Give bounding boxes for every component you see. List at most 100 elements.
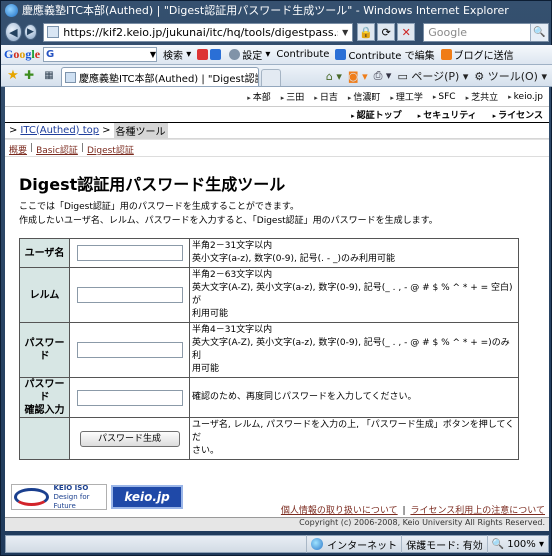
popup-blocker-icon bbox=[197, 49, 209, 60]
google-search-button[interactable]: 検索 ▾ bbox=[163, 47, 191, 62]
nav-item[interactable]: 本部 bbox=[247, 90, 271, 103]
realm-desc: 半角2－63文字以内 英大文字(A-Z), 英小文字(a-z), 数字(0-9),… bbox=[189, 267, 519, 323]
settings-button[interactable]: 設定 ▾ bbox=[229, 47, 270, 62]
tab-page-icon bbox=[65, 71, 76, 83]
zoom-icon: 🔍 bbox=[491, 538, 505, 550]
page-title: Digest認証用パスワード生成ツール bbox=[19, 175, 286, 194]
generate-desc: ユーザ名, レルム, パスワードを入力の上, 「パスワード生成」ボタンを押してく… bbox=[189, 417, 519, 460]
password-confirm-desc: 確認のため、再度同じパスワードを入力してください。 bbox=[189, 377, 519, 418]
nav-item[interactable]: 理工学 bbox=[390, 90, 423, 103]
globe-icon bbox=[311, 538, 324, 550]
contribute-edit-button[interactable]: Contribute で編集 bbox=[335, 47, 435, 62]
window-title: 慶應義塾ITC本部(Authed) | "Digest認証用パスワード生成ツール… bbox=[22, 4, 509, 17]
browser-window: 慶應義塾ITC本部(Authed) | "Digest認証用パスワード生成ツール… bbox=[0, 0, 552, 556]
zone-indicator[interactable]: インターネット bbox=[306, 535, 401, 553]
keio-iso-logo[interactable]: KEIO ISO Design for Future bbox=[11, 484, 107, 510]
privacy-link[interactable]: 個人情報の取り扱いについて bbox=[281, 506, 398, 516]
google-toolbar: Google G ▼ 検索 ▾ 設定 ▾ Contribute Contribu… bbox=[1, 45, 552, 65]
copyright: Copyright (c) 2006-2008, Keio University… bbox=[299, 518, 545, 527]
new-tab-button[interactable] bbox=[261, 69, 281, 86]
empty-label-cell bbox=[19, 417, 70, 460]
forward-button[interactable]: ▶ bbox=[23, 24, 38, 40]
protected-mode[interactable]: 保護モード: 有効 bbox=[401, 535, 487, 553]
password-desc: 半角4－31文字以内 英大文字(A-Z), 英小文字(a-z), 数字(0-9),… bbox=[189, 322, 519, 378]
subnav-license[interactable]: ライセンス bbox=[493, 108, 543, 121]
refresh-icon[interactable]: ⟳ bbox=[377, 23, 396, 41]
command-bar: ⌂ ▾ ◙ ▾ ⎙ ▾ ▭ ページ(P) ▾ ⚙ ツール(O) ▾ bbox=[320, 66, 552, 86]
realm-label: レルム bbox=[19, 267, 70, 323]
ie-icon bbox=[5, 3, 18, 17]
realm-input[interactable] bbox=[76, 287, 183, 303]
page-content: 本部 三田 日吉 信濃町 理工学 SFC 芝共立 keio.jp 認証トップ セ… bbox=[5, 87, 549, 531]
add-favorites-icon[interactable]: ✚ bbox=[21, 66, 37, 84]
search-icon[interactable]: 🔍 bbox=[530, 23, 548, 41]
link-basic-auth[interactable]: Basic認証 bbox=[36, 143, 78, 156]
google-tools-icons[interactable] bbox=[197, 49, 223, 60]
tab-current[interactable]: 慶應義塾ITC本部(Authed) | "Digest認証用パ... bbox=[61, 67, 259, 86]
tools-menu[interactable]: ⚙ ツール(O) ▾ bbox=[474, 68, 547, 84]
link-overview[interactable]: 概要 bbox=[9, 143, 27, 156]
page-icon bbox=[47, 26, 60, 38]
subnav-security[interactable]: セキュリティ bbox=[418, 108, 476, 121]
username-input[interactable] bbox=[76, 245, 183, 261]
nav-item[interactable]: keio.jp bbox=[508, 92, 543, 102]
password-confirm-label: パスワード 確認入力 bbox=[19, 377, 70, 418]
address-dropdown-icon[interactable]: ▼ bbox=[338, 28, 352, 37]
subnav-auth-top[interactable]: 認証トップ bbox=[351, 108, 402, 121]
page-menu[interactable]: ▭ ページ(P) ▾ bbox=[397, 68, 468, 84]
intro-text: ここでは「Digest認証」用のパスワードを生成することができます。 作成したい… bbox=[19, 202, 438, 226]
tab-row: ★ ✚ ▦ 慶應義塾ITC本部(Authed) | "Digest認証用パ...… bbox=[1, 65, 552, 87]
lock-icon[interactable]: 🔒 bbox=[357, 23, 376, 41]
section-nav: 認証トップ セキュリティ ライセンス bbox=[5, 107, 549, 123]
password-confirm-input[interactable] bbox=[76, 389, 183, 406]
campus-nav: 本部 三田 日吉 信濃町 理工学 SFC 芝共立 keio.jp bbox=[5, 87, 549, 107]
favorites-star-icon[interactable]: ★ bbox=[5, 66, 21, 84]
google-logo[interactable]: Google bbox=[4, 47, 40, 62]
back-button[interactable]: ◀ bbox=[5, 22, 22, 42]
nav-item[interactable]: SFC bbox=[433, 92, 455, 102]
footer-logos: KEIO ISO Design for Future keio.jp bbox=[11, 484, 183, 510]
search-box[interactable]: Google 🔍 bbox=[423, 22, 549, 42]
keio-jp-logo[interactable]: keio.jp bbox=[111, 485, 183, 509]
address-bar[interactable]: https://kif2.keio.jp/jukunai/itc/hq/tool… bbox=[43, 22, 354, 42]
breadcrumb-current: 各種ツール bbox=[113, 122, 168, 138]
search-input[interactable]: Google bbox=[428, 26, 530, 39]
divider bbox=[5, 156, 549, 157]
nav-item[interactable]: 日吉 bbox=[314, 90, 338, 103]
keio-iso-mark-icon bbox=[14, 488, 50, 506]
page-links: 概要 | Basic認証 | Digest認証 bbox=[9, 143, 134, 156]
generate-password-button[interactable]: パスワード生成 bbox=[79, 430, 180, 447]
home-icon[interactable]: ⌂ ▾ bbox=[326, 70, 342, 83]
nav-item[interactable]: 三田 bbox=[281, 90, 304, 103]
feeds-icon[interactable]: ◙ ▾ bbox=[348, 70, 368, 83]
google-search-input[interactable]: G ▼ bbox=[43, 47, 158, 62]
title-bar: 慶應義塾ITC本部(Authed) | "Digest認証用パスワード生成ツール… bbox=[1, 1, 552, 19]
print-icon[interactable]: ⎙ ▾ bbox=[374, 69, 392, 83]
license-notice-link[interactable]: ライセンス利用上の注意について bbox=[410, 506, 545, 516]
breadcrumb-home-link[interactable]: ITC(Authed) top bbox=[20, 125, 99, 136]
password-input[interactable] bbox=[76, 342, 183, 358]
zoom-control[interactable]: 🔍 100% ▾ bbox=[486, 535, 548, 553]
bookmark-icon bbox=[210, 49, 222, 60]
contribute-button[interactable]: Contribute bbox=[276, 49, 329, 60]
breadcrumb: > ITC(Authed) top > 各種ツール bbox=[9, 122, 168, 138]
quick-tabs-icon[interactable]: ▦ bbox=[41, 66, 57, 84]
password-form: ユーザ名 半角2－31文字以内 英小文字(a-z), 数字(0-9), 記号(. … bbox=[19, 238, 519, 460]
status-bar: インターネット 保護モード: 有効 🔍 100% ▾ bbox=[5, 535, 549, 553]
address-row: ◀ ▶ https://kif2.keio.jp/jukunai/itc/hq/… bbox=[1, 19, 552, 45]
footer-links: 個人情報の取り扱いについて | ライセンス利用上の注意について bbox=[280, 506, 545, 516]
contribute-icon bbox=[335, 49, 347, 60]
nav-item[interactable]: 信濃町 bbox=[348, 90, 380, 103]
status-text bbox=[6, 535, 306, 553]
username-label: ユーザ名 bbox=[19, 238, 70, 268]
blog-icon bbox=[440, 49, 452, 60]
address-url: https://kif2.keio.jp/jukunai/itc/hq/tool… bbox=[63, 25, 339, 39]
nav-item[interactable]: 芝共立 bbox=[466, 90, 498, 103]
stop-icon[interactable]: ✕ bbox=[397, 23, 416, 41]
username-desc: 半角2－31文字以内 英小文字(a-z), 数字(0-9), 記号(. - _)の… bbox=[189, 238, 519, 268]
blog-button[interactable]: ブログに送信 bbox=[440, 47, 514, 62]
gear-icon bbox=[229, 49, 241, 60]
divider bbox=[5, 138, 549, 140]
link-digest-auth[interactable]: Digest認証 bbox=[87, 143, 134, 156]
password-label: パスワード bbox=[19, 322, 70, 378]
